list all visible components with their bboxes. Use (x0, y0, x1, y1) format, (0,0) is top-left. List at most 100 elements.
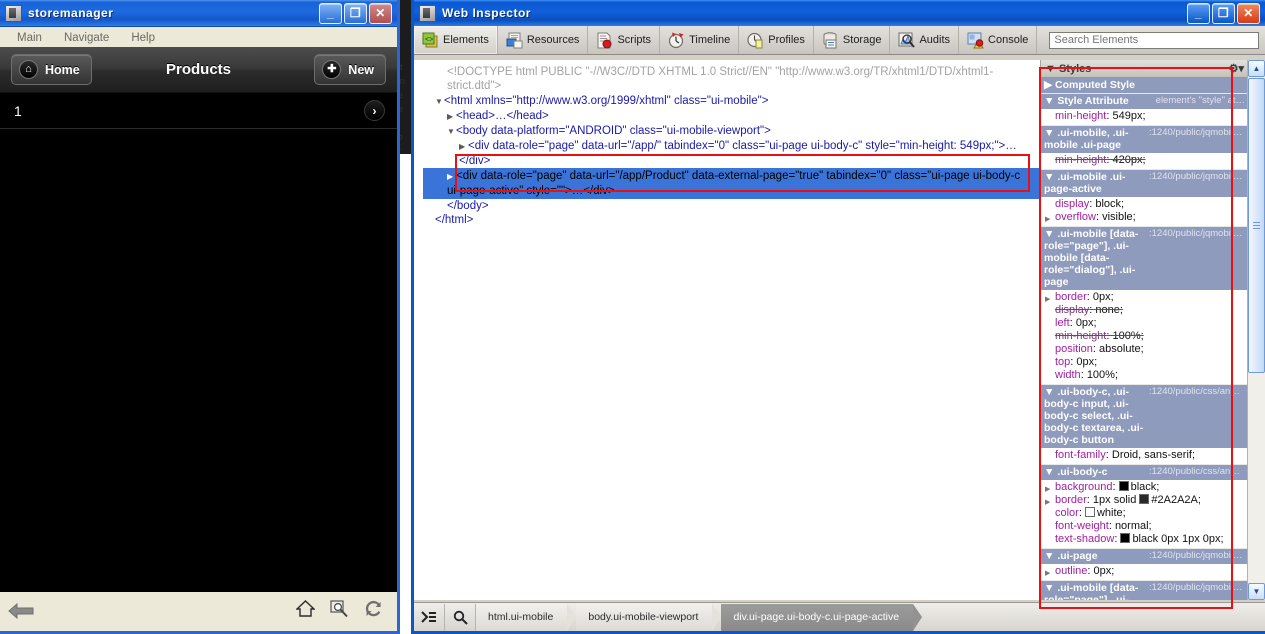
style-property[interactable]: font-weight: normal; (1041, 520, 1248, 533)
style-properties: min-height: 549px; (1041, 109, 1248, 125)
style-property[interactable]: display: none; (1041, 304, 1248, 317)
menu-item-help[interactable]: Help (120, 30, 166, 46)
disclosure-triangle-open-icon[interactable]: ▼ (447, 125, 456, 139)
disclosure-triangle-icon[interactable]: ▶ (447, 170, 456, 184)
style-property[interactable]: font-family: Droid, sans-serif; (1041, 449, 1248, 462)
dom-line-doctype: <!DOCTYPE html PUBLIC "-//W3C//DTD XHTML… (447, 66, 994, 92)
menu-item-main[interactable]: Main (6, 30, 53, 46)
dom-line-body-open[interactable]: ▼<body data-platform="ANDROID" class="ui… (435, 124, 1040, 139)
minimize-button[interactable]: _ (1187, 2, 1210, 24)
web-inspector-window-controls: _ ❐ ✕ (1187, 2, 1263, 24)
dom-line-div-product-selected[interactable]: ▶ <div data-role="page" data-url="/app/Pr… (423, 168, 1040, 199)
style-source: :1240/public/css/and… (1149, 466, 1245, 477)
gear-icon[interactable]: ⚙▾ (1229, 62, 1244, 75)
style-property[interactable]: min-height: 420px; (1041, 154, 1248, 167)
style-section-header[interactable]: ▼ .ui-mobile [data-role="page"], .ui-mob… (1041, 227, 1248, 290)
scrollbar-thumb[interactable] (1248, 78, 1265, 373)
style-section-ui-mobile-data-role-2[interactable]: ▼ .ui-mobile [data-role="page"], .ui-mob… (1041, 581, 1248, 600)
style-section-header[interactable]: ▼ .ui-body-c :1240/public/css/and… (1041, 465, 1248, 480)
style-property[interactable]: ▶ background: black; (1041, 481, 1248, 494)
tab-profiles[interactable]: Profiles (739, 26, 814, 54)
list-item[interactable]: 1 › (0, 93, 397, 129)
minimize-button[interactable]: _ (319, 2, 342, 24)
style-section-ui-page-active[interactable]: ▼ .ui-mobile .ui-page-active :1240/publi… (1041, 170, 1248, 227)
style-selector: ▼ .ui-mobile, .ui-mobile .ui-page (1044, 127, 1129, 151)
back-arrow-icon[interactable] (8, 598, 34, 625)
dom-line-head[interactable]: ▶ <head>…</head> (435, 109, 1040, 124)
style-property[interactable]: ▶ border: 0px; (1041, 291, 1248, 304)
style-property[interactable]: display: block; (1041, 198, 1248, 211)
expand-triangle-icon[interactable]: ▶ (1045, 567, 1050, 580)
dock-toggle-icon[interactable] (414, 603, 445, 631)
zoom-icon[interactable] (330, 599, 349, 624)
style-section-header[interactable]: ▼ .ui-mobile .ui-page-active :1240/publi… (1041, 170, 1248, 197)
scroll-down-button[interactable]: ▼ (1248, 583, 1265, 600)
styles-scrollbar[interactable]: ▲ ▼ (1247, 60, 1265, 600)
tab-scripts[interactable]: Scripts (588, 26, 661, 54)
disclosure-triangle-open-icon[interactable]: ▼ (435, 95, 444, 109)
dom-tree-pane[interactable]: <!DOCTYPE html PUBLIC "-//W3C//DTD XHTML… (423, 60, 1040, 600)
style-section-header[interactable]: ▼ .ui-body-c, .ui-body-c input, .ui-body… (1041, 385, 1248, 448)
breadcrumb-item-div-selected[interactable]: div.ui-page.ui-body-c.ui-page-active (721, 603, 922, 631)
home-button[interactable]: ⌂ Home (11, 54, 92, 85)
style-section-header[interactable]: ▼ .ui-mobile, .ui-mobile .ui-page :1240/… (1041, 126, 1248, 153)
home-icon[interactable] (295, 600, 316, 623)
tab-console[interactable]: Console (959, 26, 1038, 54)
menu-item-navigate[interactable]: Navigate (53, 30, 120, 46)
tab-resources[interactable]: Resources (498, 26, 589, 54)
styles-pane[interactable]: ▼ Styles ⚙▾ ▶ Computed Style ▼ Style Att… (1040, 60, 1248, 600)
style-section-header[interactable]: ▼ Style Attribute element's "style" at… (1041, 94, 1248, 109)
maximize-button[interactable]: ❐ (344, 2, 367, 24)
style-section-header[interactable]: ▶ Computed Style (1041, 78, 1248, 93)
style-selector: ▼ .ui-page (1044, 550, 1098, 562)
maximize-button[interactable]: ❐ (1212, 2, 1235, 24)
tab-label: Storage (842, 34, 882, 46)
style-property[interactable]: top: 0px; (1041, 356, 1248, 369)
zoom-glyph (330, 599, 348, 617)
style-property[interactable]: width: 100%; (1041, 369, 1248, 382)
style-section-style-attribute[interactable]: ▼ Style Attribute element's "style" at… … (1041, 94, 1248, 126)
style-property[interactable]: left: 0px; (1041, 317, 1248, 330)
style-section-ui-mobile-page[interactable]: ▼ .ui-mobile, .ui-mobile .ui-page :1240/… (1041, 126, 1248, 170)
disclosure-triangle-icon[interactable]: ▶ (459, 140, 468, 154)
close-button[interactable]: ✕ (1237, 2, 1260, 24)
style-property[interactable]: text-shadow: black 0px 1px 0px; (1041, 533, 1248, 546)
store-manager-window-controls: _ ❐ ✕ (319, 2, 395, 24)
style-property[interactable]: position: absolute; (1041, 343, 1248, 356)
style-section-ui-mobile-data-role[interactable]: ▼ .ui-mobile [data-role="page"], .ui-mob… (1041, 227, 1248, 385)
style-property[interactable]: ▶ outline: 0px; (1041, 565, 1248, 578)
style-section-ui-body-c-inputs[interactable]: ▼ .ui-body-c, .ui-body-c input, .ui-body… (1041, 385, 1248, 465)
refresh-icon[interactable] (364, 600, 383, 624)
dom-line-div-app[interactable]: ▶ <div data-role="page" data-url="/app/" … (435, 139, 1040, 168)
expand-triangle-icon[interactable]: ▶ (1045, 213, 1050, 226)
tab-elements[interactable]: <> Elements (414, 26, 498, 54)
new-button[interactable]: ✚ New (314, 54, 386, 85)
style-properties: display: block; ▶ overflow: visible; (1041, 197, 1248, 226)
color-swatch (1139, 494, 1150, 504)
style-property[interactable]: color: white; (1041, 507, 1248, 520)
tab-storage[interactable]: Storage (814, 26, 891, 54)
disclosure-triangle-icon[interactable]: ▶ (447, 110, 456, 124)
breadcrumb-item-html[interactable]: html.ui-mobile (476, 603, 577, 631)
style-property[interactable]: ▶ overflow: visible; (1041, 211, 1248, 224)
style-property[interactable]: min-height: 549px; (1041, 110, 1248, 123)
style-section-header[interactable]: ▼ .ui-mobile [data-role="page"], .ui-mob… (1041, 581, 1248, 600)
style-section-ui-page[interactable]: ▼ .ui-page :1240/public/jqmobile… ▶ outl… (1041, 549, 1248, 581)
color-swatch (1084, 507, 1095, 517)
style-property[interactable]: ▶ border: 1px solid #2A2A2A; (1041, 494, 1248, 507)
tab-timeline[interactable]: Timeline (660, 26, 740, 54)
scroll-up-button[interactable]: ▲ (1248, 60, 1265, 77)
styles-pane-header: ▼ Styles ⚙▾ (1041, 60, 1248, 78)
style-section-ui-body-c[interactable]: ▼ .ui-body-c :1240/public/css/and… ▶ bac… (1041, 465, 1248, 549)
style-property[interactable]: min-height: 100%; (1041, 330, 1248, 343)
breadcrumb-item-body[interactable]: body.ui-mobile-viewport (576, 603, 722, 631)
style-section-header[interactable]: ▼ .ui-page :1240/public/jqmobile… (1041, 549, 1248, 564)
dom-line-html-open[interactable]: ▼<html xmlns="http://www.w3.org/1999/xht… (435, 94, 1040, 109)
search-icon[interactable] (445, 603, 476, 631)
close-button[interactable]: ✕ (369, 2, 392, 24)
tab-audits[interactable]: Audits (890, 26, 960, 54)
search-input[interactable] (1049, 31, 1259, 49)
inspector-main: <!DOCTYPE html PUBLIC "-//W3C//DTD XHTML… (414, 60, 1265, 609)
style-section-computed[interactable]: ▶ Computed Style (1041, 78, 1248, 94)
tab-label: Console (988, 34, 1029, 46)
